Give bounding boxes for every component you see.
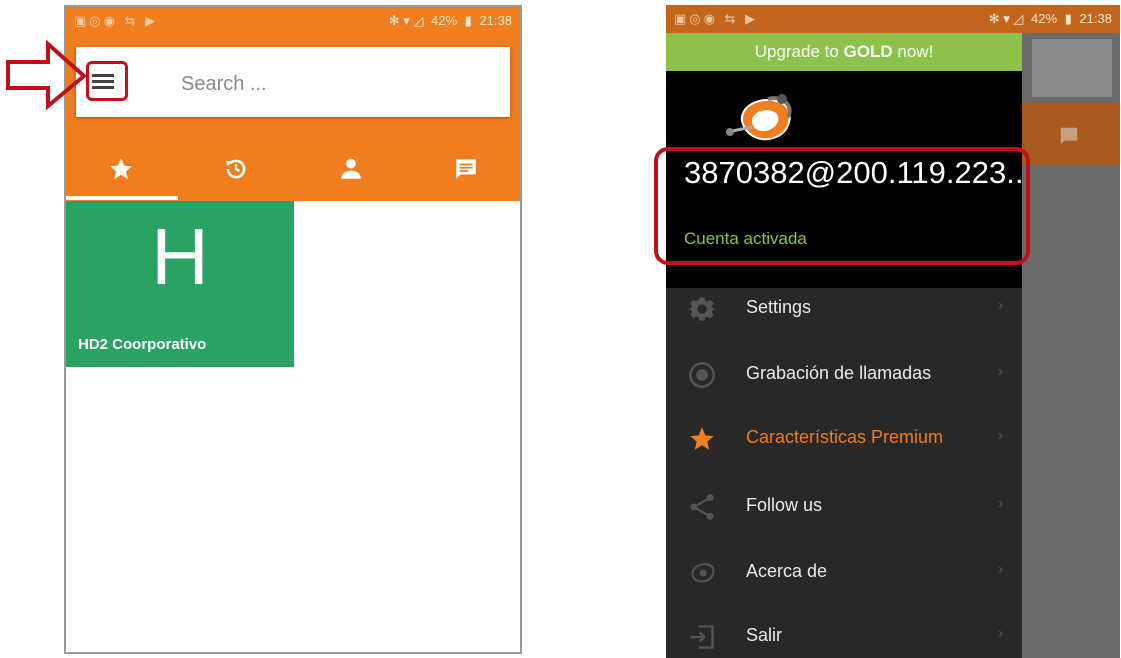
upgrade-gold: GOLD — [843, 42, 893, 61]
person-icon — [341, 158, 361, 179]
star-icon — [690, 427, 714, 450]
status-right: ✻ ▾ ◿ 42% ▮ 21:38 — [385, 13, 512, 29]
record-icon — [689, 362, 715, 388]
dimmed-header — [1022, 103, 1120, 165]
menu-item-settings[interactable]: Settings › — [666, 277, 1022, 339]
share-icon — [690, 494, 714, 520]
chevron-right-icon: › — [998, 495, 1004, 512]
right-phone-screen: ▣◎◉ ⇆ ▶ ✻ ▾ ◿ 42% ▮ 21:38 Upgrade to GOL… — [666, 5, 1120, 658]
chevron-right-icon: › — [998, 363, 1004, 380]
navigation-drawer: Upgrade to GOLD now! 3870382@200.119.223… — [666, 33, 1032, 658]
chevron-right-icon: › — [998, 427, 1004, 444]
tab-messages[interactable] — [411, 145, 520, 193]
contact-name: HD2 Coorporativo — [78, 336, 207, 353]
chevron-right-icon: › — [998, 297, 1004, 314]
menu-item-acerca-de[interactable]: Acerca de › — [666, 541, 1022, 603]
search-bar[interactable]: Search ... — [76, 47, 510, 117]
menu-item-grabacion[interactable]: Grabación de llamadas › — [666, 343, 1022, 405]
status-bar: ▣◎◉ ⇆ ▶ ✻ ▾ ◿ 42% ▮ 21:38 — [66, 7, 520, 35]
clock: 21:38 — [479, 13, 512, 28]
notification-icons: ▣◎◉ ⇆ ▶ — [674, 11, 759, 26]
battery-percent: 42% — [1031, 11, 1058, 26]
message-icon — [1060, 127, 1078, 145]
active-tab-indicator — [66, 196, 178, 200]
app-header: Search ... — [66, 35, 520, 201]
tab-history[interactable] — [181, 145, 291, 193]
annotation-highlight-box — [654, 147, 1030, 265]
menu-item-salir[interactable]: Salir › — [666, 605, 1022, 658]
status-bar: ▣◎◉ ⇆ ▶ ✻ ▾ ◿ 42% ▮ 21:38 — [666, 5, 1120, 33]
dimmed-search-bar — [1032, 39, 1112, 97]
menu-label: Características Premium — [746, 427, 944, 447]
battery-percent: 42% — [431, 13, 458, 28]
menu-item-premium[interactable]: Características Premium › — [666, 407, 1022, 469]
gear-icon — [688, 297, 716, 321]
annotation-arrow — [6, 40, 88, 110]
status-right: ✻ ▾ ◿ 42% ▮ 21:38 — [985, 11, 1112, 27]
app-logo-icon — [726, 94, 792, 141]
contact-initial: H — [151, 212, 209, 301]
menu-label: Salir — [746, 625, 783, 645]
clock: 21:38 — [1079, 11, 1112, 26]
signal-icon: ✻ ▾ ◿ — [388, 13, 424, 28]
annotation-highlight-box — [86, 61, 128, 101]
chevron-right-icon: › — [998, 561, 1004, 578]
message-icon — [456, 159, 476, 179]
menu-label: Acerca de — [746, 561, 828, 581]
tab-favorites[interactable] — [66, 145, 176, 193]
upgrade-banner[interactable]: Upgrade to GOLD now! — [666, 33, 1022, 71]
battery-icon: ▮ — [1064, 11, 1072, 26]
menu-item-follow-us[interactable]: Follow us › — [666, 475, 1022, 537]
upgrade-prefix: Upgrade to — [754, 42, 844, 61]
star-icon — [110, 158, 132, 179]
menu-label: Settings — [746, 297, 812, 317]
chevron-right-icon: › — [998, 625, 1004, 642]
battery-icon: ▮ — [464, 13, 472, 28]
contact-tile[interactable]: H HD2 Coorporativo — [66, 201, 294, 367]
menu-label: Grabación de llamadas — [746, 363, 932, 383]
info-logo-icon — [691, 563, 715, 583]
notification-icons: ▣◎◉ ⇆ ▶ — [74, 13, 159, 28]
tab-contacts[interactable] — [296, 145, 406, 193]
signal-icon: ✻ ▾ ◿ — [988, 11, 1024, 26]
search-input[interactable]: Search ... — [181, 73, 267, 96]
dimmed-background[interactable] — [1022, 33, 1120, 658]
upgrade-suffix: now! — [892, 42, 934, 61]
history-icon — [225, 159, 246, 179]
exit-icon — [690, 625, 714, 649]
left-phone-screen: ▣◎◉ ⇆ ▶ ✻ ▾ ◿ 42% ▮ 21:38 Search ... H H… — [64, 5, 522, 654]
menu-label: Follow us — [746, 495, 823, 515]
